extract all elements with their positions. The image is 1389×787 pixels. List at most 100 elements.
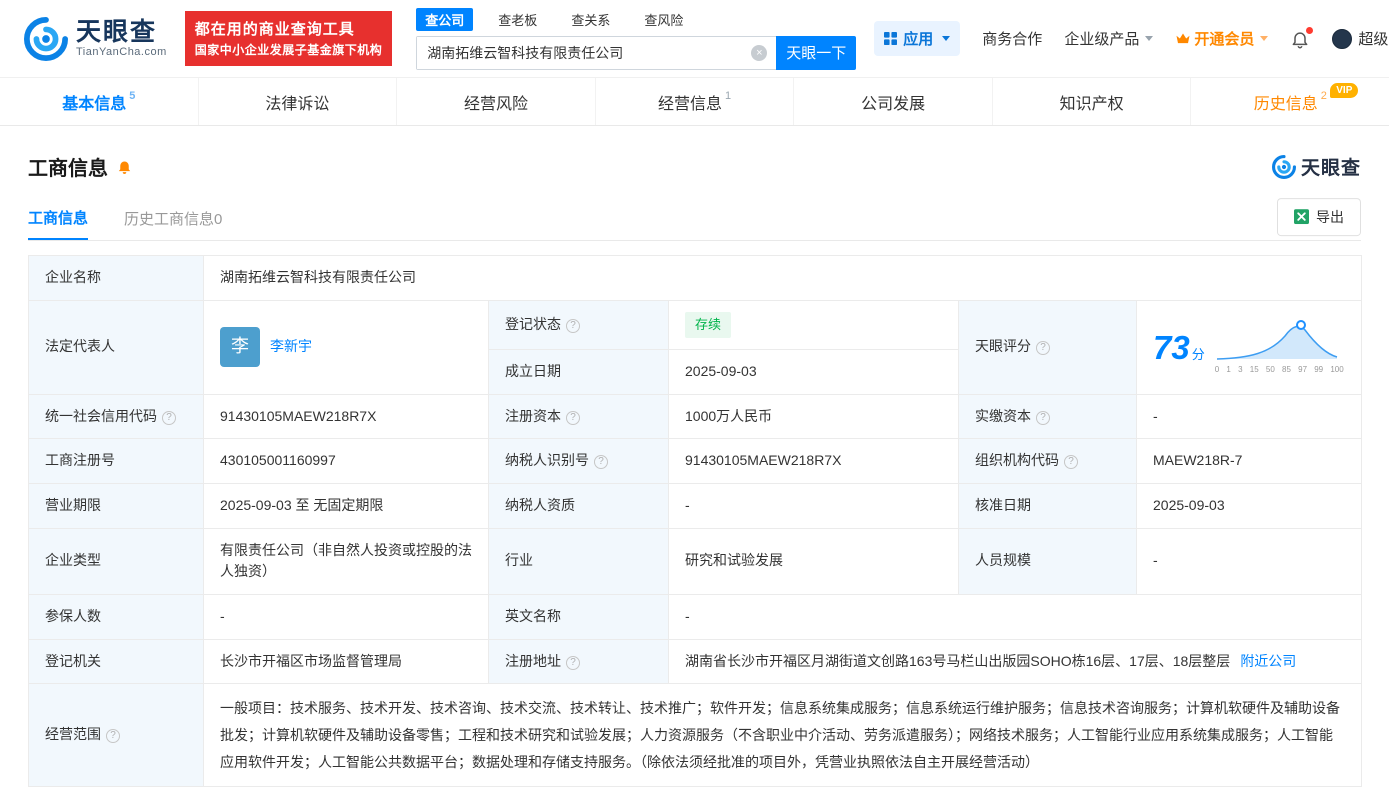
paid-capital-label: 实缴资本?	[958, 393, 1137, 440]
notification-bell-icon[interactable]	[1290, 26, 1314, 49]
score-unit: 分	[1191, 346, 1205, 362]
reg-authority-value: 长沙市开福区市场监督管理局	[203, 638, 489, 685]
table-row: 参保人数 - 英文名称 -	[28, 593, 1363, 640]
info-icon[interactable]: ?	[106, 729, 120, 744]
reg-number-value: 430105001160997	[203, 438, 489, 484]
tab-basic-info-label: 基本信息	[62, 95, 127, 113]
legal-rep-name-link[interactable]: 李新宇	[270, 336, 312, 358]
search-tab-risk[interactable]: 查风险	[635, 8, 692, 31]
top-header: 天眼查 TianYanCha.com 都在用的商业查询工具 国家中小企业发展子基…	[0, 0, 1389, 78]
taxpayer-id-label: 纳税人识别号?	[488, 438, 669, 484]
tab-company-development-label: 公司发展	[861, 95, 926, 113]
tab-operational-risk[interactable]: 经营风险	[396, 78, 595, 125]
staff-size-label: 人员规模	[958, 527, 1137, 595]
insured-count-label: 参保人数	[28, 593, 204, 640]
tianyan-score-value: 73 分 0 1 3 15 50 85 97 99 100	[1135, 299, 1363, 395]
tab-history-info-count: 2	[1320, 89, 1327, 102]
tab-business-info[interactable]: 经营信息 1	[594, 78, 794, 125]
chevron-down-icon	[1260, 36, 1269, 41]
legal-rep-value: 李 李新宇	[203, 299, 489, 395]
search-tab-company[interactable]: 查公司	[416, 7, 474, 31]
nav-enterprise-products-label: 企业级产品	[1064, 31, 1140, 48]
taxpayer-quality-value: -	[668, 482, 959, 529]
nav-enterprise-products[interactable]: 企业级产品	[1064, 28, 1154, 49]
excel-icon	[1294, 209, 1309, 225]
nearby-companies-link[interactable]: 附近公司	[1240, 653, 1296, 669]
english-name-label: 英文名称	[488, 593, 669, 640]
tab-business-info-label: 经营信息	[657, 95, 722, 113]
tab-operational-risk-label: 经营风险	[463, 95, 528, 113]
tab-intellectual-property[interactable]: 知识产权	[991, 78, 1191, 125]
nav-business-cooperation-label: 商务合作	[982, 31, 1043, 48]
nav-business-cooperation[interactable]: 商务合作	[982, 28, 1042, 49]
tianyancha-logo[interactable]: 天眼查 TianYanCha.com	[24, 16, 167, 61]
chevron-down-icon	[942, 36, 951, 41]
tab-legal-litigation[interactable]: 法律诉讼	[197, 78, 397, 125]
taxpayer-id-value: 91430105MAEW218R7X	[668, 438, 959, 484]
score-number: 73	[1153, 328, 1190, 366]
tab-company-development[interactable]: 公司发展	[793, 78, 992, 125]
nav-apps-label: 应用	[903, 31, 934, 48]
info-icon[interactable]: ?	[566, 655, 580, 670]
user-menu[interactable]: 超级...	[1332, 28, 1389, 49]
section-head: 工商信息 天眼查	[28, 152, 1361, 181]
table-row: 法定代表人 李 李新宇 登记状态? 存续 天眼评分? 73 分 0 1 3 15…	[28, 299, 1363, 395]
clear-search-icon[interactable]: ×	[751, 44, 768, 61]
approval-date-value: 2025-09-03	[1135, 482, 1363, 529]
crown-icon	[1175, 32, 1191, 45]
table-row: 工商注册号 430105001160997 纳税人识别号? 91430105MA…	[28, 438, 1363, 484]
industry-label: 行业	[488, 527, 669, 595]
tianyancha-watermark-icon	[1272, 154, 1296, 179]
insured-count-value: -	[203, 593, 489, 640]
company-name-value: 湖南拓维云智科技有限责任公司	[202, 255, 1363, 301]
search-input[interactable]	[417, 36, 777, 69]
credit-code-label: 统一社会信用代码?	[28, 393, 204, 440]
business-scope-value: 一般项目：技术服务、技术开发、技术咨询、技术交流、技术转让、技术推广；软件开发；…	[202, 683, 1363, 787]
search-button[interactable]: 天眼一下	[776, 35, 857, 70]
info-icon[interactable]: ?	[1036, 410, 1050, 425]
search-tab-relation[interactable]: 查关系	[562, 8, 619, 31]
credit-code-value: 91430105MAEW218R7X	[203, 393, 489, 440]
subscribe-bell-icon[interactable]	[116, 158, 133, 175]
establish-date-value: 2025-09-03	[668, 348, 959, 395]
nav-open-vip[interactable]: 开通会员	[1175, 28, 1269, 49]
tab-history-info[interactable]: 历史信息 2 VIP	[1190, 78, 1389, 125]
tianyancha-watermark: 天眼查	[1272, 153, 1361, 180]
table-row: 企业类型 有限责任公司（非自然人投资或控股的法人独资） 行业 研究和试验发展 人…	[28, 527, 1363, 595]
info-icon[interactable]: ?	[566, 318, 580, 333]
tab-history-info-label: 历史信息	[1253, 95, 1318, 113]
company-section-tabs: 基本信息 5 法律诉讼 经营风险 经营信息 1 公司发展 知识产权 历史信息 2…	[0, 78, 1389, 126]
tab-basic-info[interactable]: 基本信息 5	[0, 78, 198, 125]
logo-domain: TianYanCha.com	[76, 46, 167, 59]
info-icon[interactable]: ?	[162, 410, 176, 425]
info-icon[interactable]: ?	[566, 410, 580, 425]
subtab-business-info[interactable]: 工商信息	[28, 197, 89, 240]
legal-rep-avatar[interactable]: 李	[220, 327, 260, 368]
english-name-value: -	[667, 593, 1363, 640]
vip-badge: VIP	[1330, 83, 1359, 98]
reg-capital-label: 注册资本?	[488, 393, 669, 440]
table-row: 经营范围? 一般项目：技术服务、技术开发、技术咨询、技术交流、技术转让、技术推广…	[28, 683, 1363, 787]
paid-capital-value: -	[1135, 393, 1363, 440]
search-tab-boss[interactable]: 查老板	[489, 8, 546, 31]
legal-rep-label: 法定代表人	[28, 299, 204, 395]
reg-authority-label: 登记机关	[28, 638, 204, 685]
promo-banner: 都在用的商业查询工具 国家中小企业发展子基金旗下机构	[184, 10, 393, 67]
tianyan-score-label: 天眼评分?	[958, 299, 1137, 395]
tab-intellectual-property-label: 知识产权	[1059, 95, 1124, 113]
nav-open-vip-label: 开通会员	[1194, 31, 1255, 48]
table-row: 统一社会信用代码? 91430105MAEW218R7X 注册资本? 1000万…	[28, 393, 1363, 440]
subtab-history-business-info[interactable]: 历史工商信息0	[124, 197, 222, 240]
info-icon[interactable]: ?	[594, 455, 608, 470]
business-term-label: 营业期限	[28, 482, 204, 529]
chevron-down-icon	[1145, 36, 1154, 41]
info-icon[interactable]: ?	[1036, 341, 1050, 356]
top-nav: 应用 商务合作 企业级产品 开通会员 超级	[874, 21, 1389, 56]
info-icon[interactable]: ?	[1064, 455, 1078, 470]
taxpayer-quality-label: 纳税人资质	[488, 482, 669, 529]
notification-red-dot	[1306, 26, 1314, 34]
nav-apps[interactable]: 应用	[874, 21, 961, 56]
export-button[interactable]: 导出	[1277, 197, 1361, 236]
user-avatar	[1332, 28, 1353, 49]
table-row: 登记机关 长沙市开福区市场监督管理局 注册地址? 湖南省长沙市开福区月湖街道文创…	[28, 638, 1363, 685]
